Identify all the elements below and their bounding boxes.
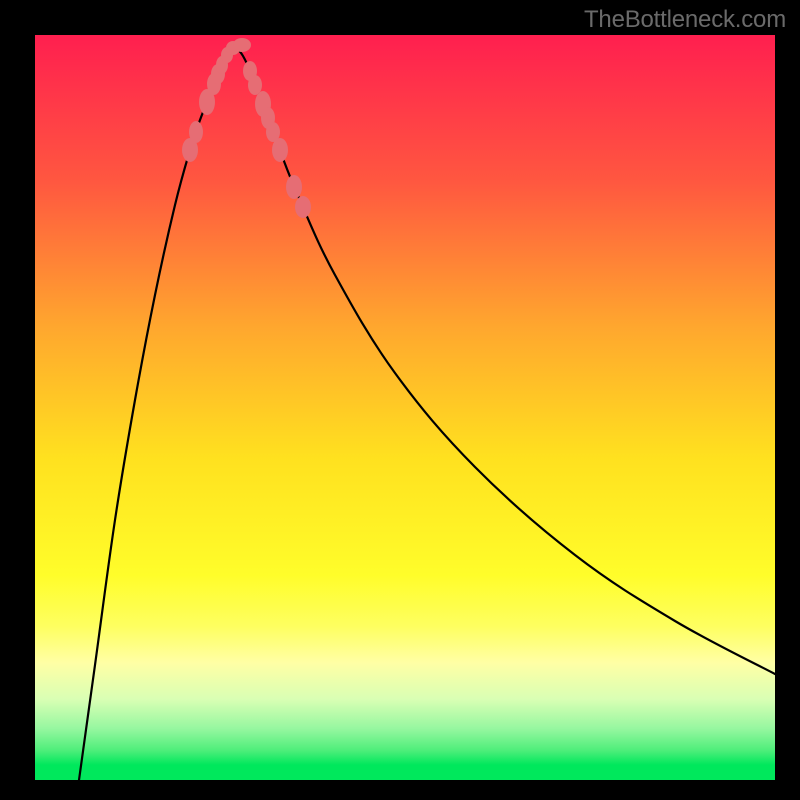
- chart-frame: TheBottleneck.com: [0, 0, 800, 800]
- watermark-text: TheBottleneck.com: [584, 6, 786, 34]
- right-curve: [235, 46, 775, 674]
- left-curve: [79, 46, 235, 780]
- data-marker: [286, 175, 302, 199]
- data-marker: [295, 196, 311, 218]
- data-marker: [272, 138, 288, 162]
- curves-svg: [35, 35, 775, 780]
- data-marker: [189, 121, 203, 143]
- data-marker: [233, 38, 251, 52]
- data-marker: [248, 75, 262, 95]
- data-markers: [182, 38, 311, 218]
- plot-area: [35, 35, 775, 780]
